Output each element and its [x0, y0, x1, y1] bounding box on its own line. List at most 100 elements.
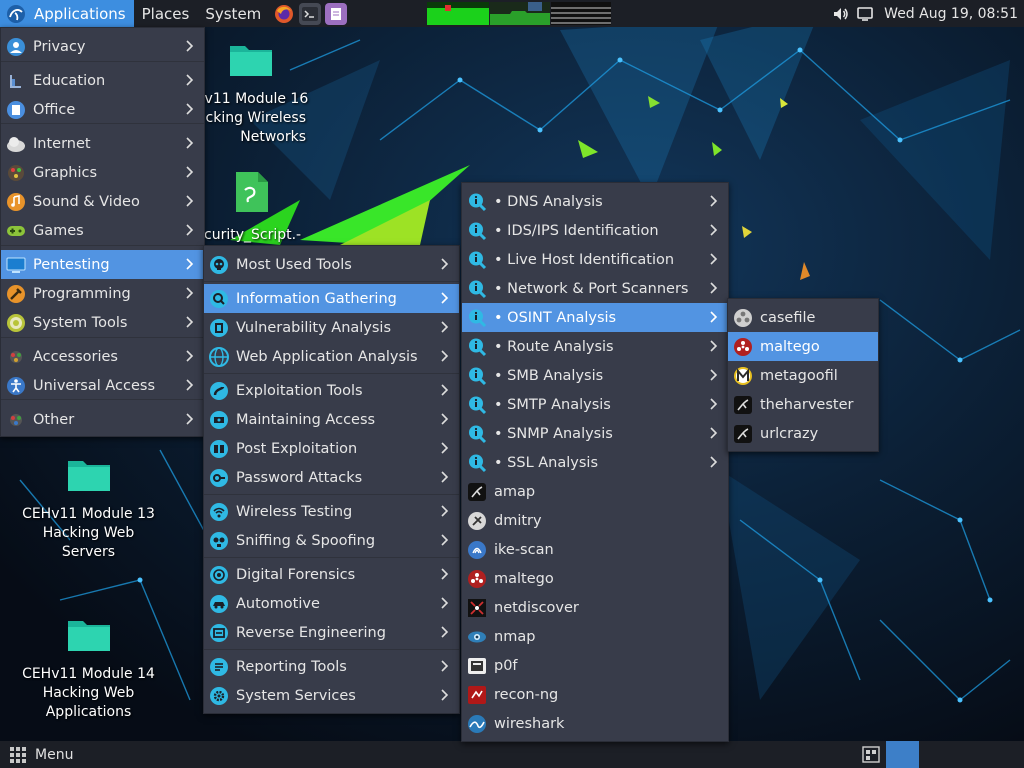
display-icon[interactable]	[856, 5, 874, 23]
bottom-panel: Menu	[0, 741, 1024, 768]
menu-item-metagoofil[interactable]: metagoofil	[728, 361, 878, 390]
menu-item-internet[interactable]: Internet	[1, 129, 204, 158]
chevron-right-icon	[186, 258, 194, 270]
menu-item-dns-analysis[interactable]: • DNS Analysis	[462, 187, 728, 216]
menu-item-maltego[interactable]: maltego	[728, 332, 878, 361]
menu-item-maltego[interactable]: maltego	[462, 564, 728, 593]
chevron-right-icon	[441, 689, 449, 701]
menu-item-live-host-identification[interactable]: • Live Host Identification	[462, 245, 728, 274]
menu-item-ike-scan[interactable]: ike-scan	[462, 535, 728, 564]
menu-item-system-services[interactable]: System Services	[204, 681, 459, 710]
desktop-icon-label: curity_Script.-	[204, 227, 302, 243]
menu-separator	[204, 281, 459, 282]
reporting-icon	[210, 657, 228, 676]
desktop-icon-module13[interactable]: CEHv11 Module 13 Hacking Web Servers	[20, 455, 157, 562]
urlcrazy-icon	[734, 424, 752, 443]
system-menu[interactable]: System	[197, 0, 269, 27]
menu-item-recon-ng[interactable]: recon-ng	[462, 680, 728, 709]
chevron-right-icon	[186, 224, 194, 236]
menu-item-games[interactable]: Games	[1, 216, 204, 245]
menu-item-network-port-scanners[interactable]: • Network & Port Scanners	[462, 274, 728, 303]
volume-icon[interactable]	[832, 5, 850, 23]
menu-item-ssl-analysis[interactable]: • SSL Analysis	[462, 448, 728, 477]
menu-item-label: Wireless Testing	[236, 503, 353, 520]
menu-item-system-tools[interactable]: System Tools	[1, 308, 204, 337]
desktop-icon-script[interactable]: curity_Script.-	[200, 170, 304, 245]
games-icon	[7, 225, 25, 236]
menu-item-sound-video[interactable]: Sound & Video	[1, 187, 204, 216]
menu-item-label: Post Exploitation	[236, 440, 358, 457]
menu-item-maintaining-access[interactable]: Maintaining Access	[204, 405, 459, 434]
menu-item-vulnerability-analysis[interactable]: Vulnerability Analysis	[204, 313, 459, 342]
menu-item-reverse-engineering[interactable]: Reverse Engineering	[204, 618, 459, 647]
workspace-switcher-icon[interactable]	[862, 746, 880, 763]
menu-item-urlcrazy[interactable]: urlcrazy	[728, 419, 878, 448]
desktop-icon-module14[interactable]: CEHv11 Module 14 Hacking Web Application…	[20, 615, 157, 722]
menu-item-post-exploitation[interactable]: Post Exploitation	[204, 434, 459, 463]
menu-separator	[204, 649, 459, 650]
osint-analysis-submenu: casefile maltego metagoofil theharvester url…	[727, 298, 879, 452]
menu-item-privacy[interactable]: Privacy	[1, 32, 204, 61]
terminal-launcher[interactable]	[299, 2, 322, 25]
chevron-right-icon	[441, 442, 449, 454]
chevron-right-icon	[441, 292, 449, 304]
menu-item-reporting-tools[interactable]: Reporting Tools	[204, 652, 459, 681]
menu-item-label: • Route Analysis	[494, 338, 614, 355]
menu-item-accessories[interactable]: Accessories	[1, 342, 204, 371]
menu-item-smb-analysis[interactable]: • SMB Analysis	[462, 361, 728, 390]
menu-button[interactable]: Menu	[0, 746, 74, 763]
menu-item-most-used-tools[interactable]: Most Used Tools	[204, 250, 459, 279]
menu-item-programming[interactable]: Programming	[1, 279, 204, 308]
menu-item-information-gathering[interactable]: Information Gathering	[204, 284, 459, 313]
menu-item-sniffing-spoofing[interactable]: Sniffing & Spoofing	[204, 526, 459, 555]
chevron-right-icon	[710, 195, 718, 207]
clock[interactable]: Wed Aug 19, 08:51	[884, 6, 1018, 22]
menu-item-graphics[interactable]: Graphics	[1, 158, 204, 187]
menu-item-netdiscover[interactable]: netdiscover	[462, 593, 728, 622]
menu-item-label: urlcrazy	[760, 425, 819, 442]
chevron-right-icon	[186, 413, 194, 425]
menu-item-p0f[interactable]: p0f	[462, 651, 728, 680]
menu-item-label: Exploitation Tools	[236, 382, 363, 399]
chevron-right-icon	[186, 166, 194, 178]
menu-item-web-application-analysis[interactable]: Web Application Analysis	[204, 342, 459, 371]
menu-item-label: Most Used Tools	[236, 256, 352, 273]
menu-item-casefile[interactable]: casefile	[728, 303, 878, 332]
chevron-right-icon	[186, 40, 194, 52]
menu-item-exploitation-tools[interactable]: Exploitation Tools	[204, 376, 459, 405]
menu-item-snmp-analysis[interactable]: • SNMP Analysis	[462, 419, 728, 448]
menu-item-office[interactable]: Office	[1, 95, 204, 124]
firefox-launcher[interactable]	[273, 3, 295, 25]
menu-item-automotive[interactable]: Automotive	[204, 589, 459, 618]
desktop-icon-module16[interactable]: Hv11 Module 16 cking Wireless Networks	[194, 40, 308, 147]
menu-item-digital-forensics[interactable]: Digital Forensics	[204, 560, 459, 589]
applications-menu[interactable]: Applications	[0, 0, 134, 27]
menu-item-education[interactable]: Education	[1, 66, 204, 95]
password-icon	[210, 468, 228, 487]
menu-item-label: Privacy	[33, 38, 86, 55]
menu-item-dmitry[interactable]: dmitry	[462, 506, 728, 535]
menu-item-amap[interactable]: amap	[462, 477, 728, 506]
menu-item-ids-ips-identification[interactable]: • IDS/IPS Identification	[462, 216, 728, 245]
menu-item-wireless-testing[interactable]: Wireless Testing	[204, 497, 459, 526]
menu-item-password-attacks[interactable]: Password Attacks	[204, 463, 459, 492]
chevron-right-icon	[441, 384, 449, 396]
info-search-icon	[469, 425, 487, 443]
workspace-1-button[interactable]	[886, 741, 919, 768]
menu-item-label: • SMB Analysis	[494, 367, 604, 384]
menu-item-pentesting[interactable]: Pentesting	[1, 250, 204, 279]
menu-item-osint-analysis[interactable]: • OSINT Analysis	[462, 303, 728, 332]
places-menu[interactable]: Places	[134, 0, 198, 27]
menu-item-other[interactable]: Other	[1, 405, 204, 434]
menu-item-theharvester[interactable]: theharvester	[728, 390, 878, 419]
menu-button-label: Menu	[35, 746, 74, 763]
text-editor-launcher[interactable]	[325, 2, 348, 25]
menu-item-universal-access[interactable]: Universal Access	[1, 371, 204, 400]
menu-item-nmap[interactable]: nmap	[462, 622, 728, 651]
menu-item-route-analysis[interactable]: • Route Analysis	[462, 332, 728, 361]
info-search-icon	[469, 193, 487, 211]
office-icon	[7, 100, 25, 119]
info-search-icon	[469, 280, 487, 298]
menu-item-wireshark[interactable]: wireshark	[462, 709, 728, 738]
menu-item-smtp-analysis[interactable]: • SMTP Analysis	[462, 390, 728, 419]
